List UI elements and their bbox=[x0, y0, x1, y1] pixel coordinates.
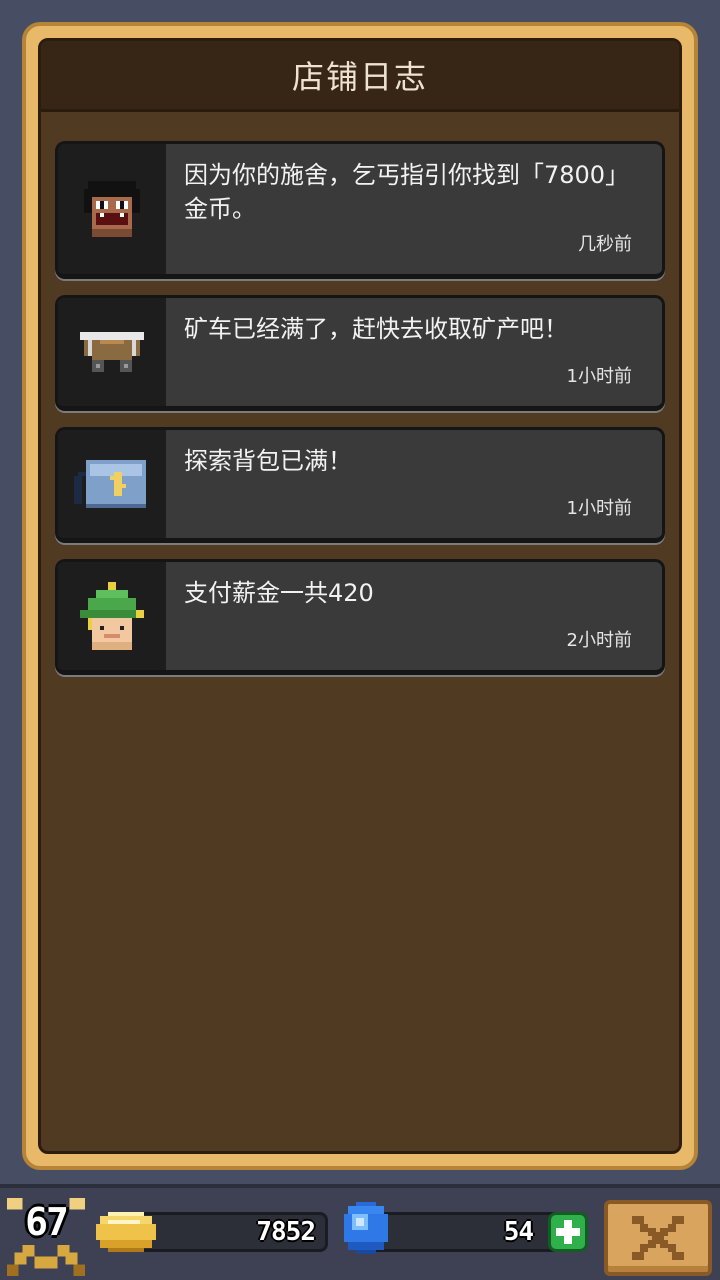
log-entry[interactable]: 支付薪金一共420 2小时前 bbox=[55, 559, 665, 675]
log-body: 探索背包已满！ 1小时前 bbox=[166, 430, 662, 538]
log-body: 因为你的施舍，乞丐指引你找到「7800」金币。 几秒前 bbox=[166, 144, 662, 274]
log-text: 因为你的施舍，乞丐指引你找到「7800」金币。 bbox=[184, 161, 630, 223]
bottom-bar: 67 7852 54 bbox=[0, 1184, 720, 1280]
close-button[interactable] bbox=[604, 1200, 712, 1276]
log-icon-slot bbox=[58, 562, 166, 670]
backpack-icon bbox=[74, 460, 146, 508]
log-list: 因为你的施舍，乞丐指引你找到「7800」金币。 几秒前 矿车已经满了，赶快去收取… bbox=[55, 141, 665, 691]
log-entry[interactable]: 矿车已经满了，赶快去收取矿产吧！ 1小时前 bbox=[55, 295, 665, 411]
log-icon-slot bbox=[58, 298, 166, 406]
panel-header: 店铺日志 bbox=[41, 41, 679, 112]
screen: 店铺日志 因为你的施舍，乞丐指引你找到「7800」金币。 几秒前 矿车已经满了，… bbox=[0, 0, 720, 1280]
gold-coin-icon bbox=[96, 1212, 156, 1252]
minecart-icon bbox=[80, 332, 144, 372]
log-time: 几秒前 bbox=[578, 234, 632, 255]
shop-log-panel: 店铺日志 因为你的施舍，乞丐指引你找到「7800」金币。 几秒前 矿车已经满了，… bbox=[22, 22, 698, 1170]
log-entry[interactable]: 探索背包已满！ 1小时前 bbox=[55, 427, 665, 543]
log-text: 支付薪金一共420 bbox=[184, 579, 374, 607]
log-icon-slot bbox=[58, 144, 166, 274]
plus-icon bbox=[556, 1220, 580, 1244]
log-time: 2小时前 bbox=[566, 630, 632, 651]
panel-title: 店铺日志 bbox=[291, 58, 428, 96]
log-time: 1小时前 bbox=[566, 366, 632, 387]
level-badge[interactable]: 67 bbox=[2, 1194, 90, 1280]
log-time: 1小时前 bbox=[566, 498, 632, 519]
close-icon bbox=[632, 1216, 684, 1260]
level-number: 67 bbox=[25, 1200, 69, 1244]
beggar-icon bbox=[84, 181, 140, 237]
add-gems-button[interactable] bbox=[548, 1212, 588, 1252]
blue-gem-icon bbox=[344, 1202, 388, 1254]
panel-inner: 店铺日志 因为你的施舍，乞丐指引你找到「7800」金币。 几秒前 矿车已经满了，… bbox=[38, 38, 682, 1154]
gem-amount: 54 bbox=[503, 1217, 534, 1247]
gem-bar: 54 bbox=[370, 1212, 566, 1252]
gold-bar: 7852 bbox=[136, 1212, 328, 1252]
gold-amount: 7852 bbox=[256, 1217, 316, 1247]
log-entry[interactable]: 因为你的施舍，乞丐指引你找到「7800」金币。 几秒前 bbox=[55, 141, 665, 279]
log-body: 支付薪金一共420 2小时前 bbox=[166, 562, 662, 670]
miner-icon bbox=[80, 582, 144, 650]
log-body: 矿车已经满了，赶快去收取矿产吧！ 1小时前 bbox=[166, 298, 662, 406]
log-text: 矿车已经满了，赶快去收取矿产吧！ bbox=[184, 315, 568, 343]
log-text: 探索背包已满！ bbox=[184, 447, 352, 475]
log-icon-slot bbox=[58, 430, 166, 538]
